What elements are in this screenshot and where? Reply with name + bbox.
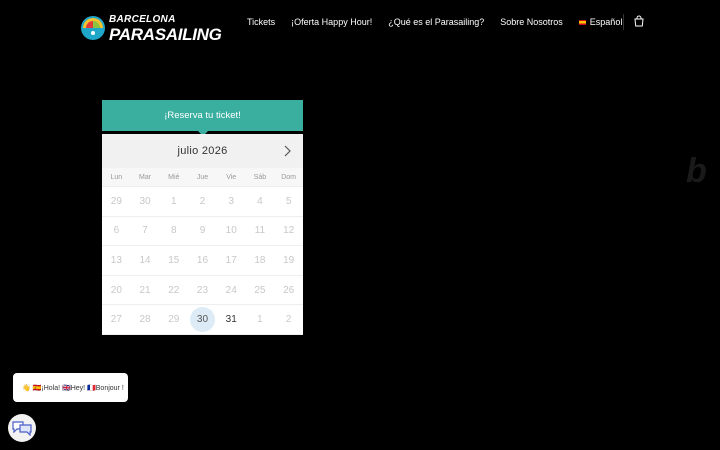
calendar-day: 2: [188, 187, 217, 217]
calendar-day: 15: [159, 246, 189, 276]
calendar-day: 4: [245, 187, 275, 217]
calendar-days-grid: 29 30 1 2 3 4 5 6 7 8 9 10 11 12 13 14 15 16 17 18 19 20 21 22 2…: [102, 187, 303, 335]
spain-flag-icon: [578, 19, 586, 25]
calendar-header: julio 2026: [102, 134, 303, 168]
calendar-day: 16: [188, 246, 217, 276]
background-hero-text: b: [686, 152, 707, 190]
calendar-month-title: julio 2026: [177, 145, 228, 157]
weekday-label: Vie: [226, 173, 237, 181]
calendar-day: 17: [216, 246, 246, 276]
calendar-day: 30: [130, 187, 160, 217]
nav-item-about-us[interactable]: Sobre Nosotros: [500, 16, 563, 28]
weekday-label: Jue: [196, 173, 209, 181]
calendar-day: 27: [102, 305, 131, 335]
calendar-day: 5: [274, 187, 303, 217]
calendar-day: 9: [188, 217, 217, 247]
calendar-day: 1: [159, 187, 189, 217]
calendar-day: 23: [188, 276, 217, 306]
calendar-day: 28: [130, 305, 160, 335]
site-header: BARCELONA PARASAILING Tickets ¡Oferta Ha…: [0, 0, 720, 50]
chat-launcher-button[interactable]: [8, 414, 36, 442]
calendar-day: 19: [274, 246, 303, 276]
calendar-day: 22: [159, 276, 189, 306]
calendar-day: 21: [130, 276, 160, 306]
chevron-right-icon[interactable]: [281, 144, 293, 158]
booking-calendar: julio 2026 Lun Mar Mié Jue Vie Sáb Dom 2…: [102, 134, 303, 335]
calendar-day: 8: [159, 217, 189, 247]
calendar-day: 3: [216, 187, 246, 217]
nav-divider: [623, 14, 624, 30]
logo-text-bottom: PARASAILING: [109, 25, 222, 44]
nav-item-happy-hour[interactable]: ¡Oferta Happy Hour!: [291, 16, 372, 28]
weekday-label: Mar: [139, 173, 152, 181]
calendar-day: 6: [102, 217, 131, 247]
shopping-bag-icon[interactable]: [633, 15, 645, 27]
calendar-day[interactable]: 30: [188, 305, 217, 335]
weekday-label: Mié: [168, 173, 180, 181]
calendar-day[interactable]: 31: [216, 305, 246, 335]
calendar-day: 25: [245, 276, 275, 306]
calendar-day: 24: [216, 276, 246, 306]
weekday-label: Sáb: [253, 173, 267, 181]
chat-greeting-text: 👋 🇪🇸¡Hola! 🇬🇧Hey! 🇫🇷Bonjour !: [22, 384, 124, 392]
booking-widget-title: ¡Reserva tu ticket!: [102, 100, 303, 136]
language-label: Español: [589, 17, 623, 27]
logo-text-top: BARCELONA: [109, 14, 176, 25]
chat-greeting-bubble[interactable]: 👋 🇪🇸¡Hola! 🇬🇧Hey! 🇫🇷Bonjour !: [13, 373, 128, 402]
calendar-day: 29: [159, 305, 189, 335]
weekday-label: Dom: [281, 173, 297, 181]
calendar-day: 1: [245, 305, 275, 335]
calendar-weekdays: Lun Mar Mié Jue Vie Sáb Dom: [102, 168, 303, 187]
chat-bubbles-icon: [12, 421, 32, 436]
weekday-label: Lun: [110, 173, 123, 181]
calendar-day: 29: [102, 187, 131, 217]
calendar-day: 11: [245, 217, 275, 247]
language-selector[interactable]: Español: [578, 16, 623, 28]
calendar-day: 13: [102, 246, 131, 276]
parasail-logo-icon: [81, 16, 105, 40]
nav-item-tickets[interactable]: Tickets: [247, 16, 275, 28]
nav-item-what-is-parasailing[interactable]: ¿Qué es el Parasailing?: [388, 16, 484, 28]
calendar-day: 12: [274, 217, 303, 247]
site-logo[interactable]: BARCELONA PARASAILING: [80, 12, 222, 48]
calendar-day: 7: [130, 217, 160, 247]
calendar-day: 10: [216, 217, 246, 247]
calendar-day: 20: [102, 276, 131, 306]
calendar-day: 2: [274, 305, 303, 335]
calendar-day: 18: [245, 246, 275, 276]
calendar-day: 14: [130, 246, 160, 276]
booking-widget: ¡Reserva tu ticket! julio 2026 Lun Mar M…: [102, 100, 303, 335]
main-nav: Tickets ¡Oferta Happy Hour! ¿Qué es el P…: [247, 16, 638, 28]
calendar-day: 26: [274, 276, 303, 306]
